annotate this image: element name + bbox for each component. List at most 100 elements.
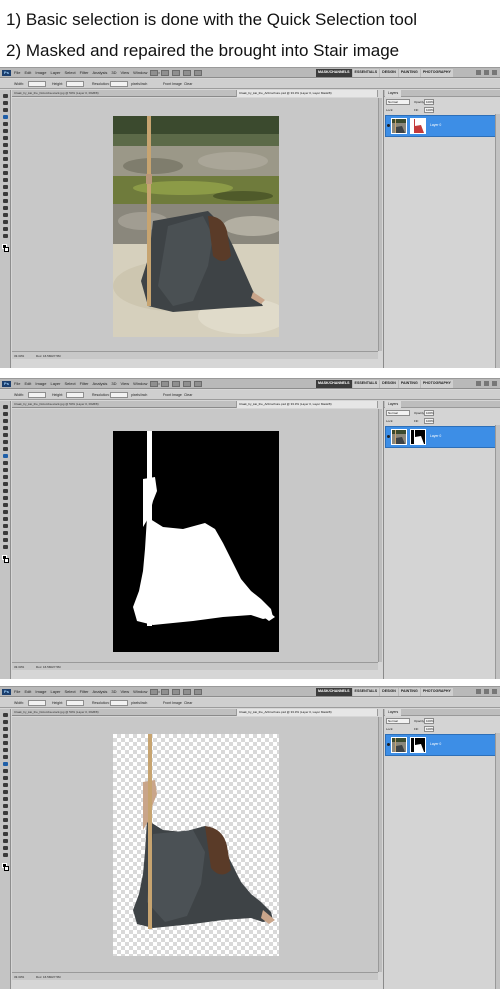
clear-button[interactable]: Clear bbox=[184, 392, 192, 398]
document-tab-2[interactable]: Cloak_by_kai_the_Artbrochure.psd @ 33.3%… bbox=[237, 90, 378, 97]
brush-tool-icon[interactable] bbox=[3, 762, 8, 766]
layer-row-selected[interactable]: Layer 0 bbox=[385, 426, 497, 448]
menu-layer[interactable]: Layer bbox=[50, 70, 60, 76]
clear-button[interactable]: Clear bbox=[184, 81, 192, 87]
minimize-icon[interactable] bbox=[476, 381, 481, 386]
bridge-icon[interactable] bbox=[150, 381, 158, 387]
close-icon[interactable] bbox=[492, 381, 497, 386]
menu-layer[interactable]: Layer bbox=[50, 381, 60, 387]
menu-view[interactable]: View bbox=[121, 381, 130, 387]
lasso-tool-icon[interactable] bbox=[3, 727, 8, 731]
move-tool-icon[interactable] bbox=[3, 94, 8, 98]
quick-selection-tool-icon[interactable] bbox=[3, 426, 8, 430]
crop-tool-icon[interactable] bbox=[3, 433, 8, 437]
menu-image[interactable]: Image bbox=[35, 689, 46, 695]
document-tab-2[interactable]: Cloak_by_kai_the_Artbrochure.psd @ 33.3%… bbox=[237, 709, 378, 716]
layer-row-selected[interactable]: Layer 0 bbox=[385, 115, 497, 137]
layer-name[interactable]: Layer 0 bbox=[430, 434, 441, 439]
path-selection-tool-icon[interactable] bbox=[3, 825, 8, 829]
minimize-icon[interactable] bbox=[476, 689, 481, 694]
arrange-documents-icon[interactable] bbox=[183, 70, 191, 76]
workspace-mask-channels[interactable]: MASK/CHANNELS bbox=[316, 380, 352, 388]
height-field[interactable] bbox=[66, 392, 84, 398]
menu-filter[interactable]: Filter bbox=[80, 689, 89, 695]
shape-tool-icon[interactable] bbox=[3, 213, 8, 217]
layer-thumbnail[interactable] bbox=[391, 118, 407, 134]
front-image-button[interactable]: Front Image bbox=[163, 392, 182, 398]
mini-bridge-icon[interactable] bbox=[161, 70, 169, 76]
gradient-tool-icon[interactable] bbox=[3, 790, 8, 794]
menu-analysis[interactable]: Analysis bbox=[93, 70, 108, 76]
quick-selection-tool-icon[interactable] bbox=[3, 115, 8, 119]
fill-field[interactable]: 100% bbox=[424, 107, 434, 113]
clone-stamp-tool-icon[interactable] bbox=[3, 150, 8, 154]
layer-thumbnail[interactable] bbox=[391, 737, 407, 753]
clear-button[interactable]: Clear bbox=[184, 700, 192, 706]
zoom-tool-icon[interactable] bbox=[3, 234, 8, 238]
width-field[interactable] bbox=[28, 392, 46, 398]
eraser-tool-icon[interactable] bbox=[3, 475, 8, 479]
menu-file[interactable]: File bbox=[14, 689, 20, 695]
resolution-field[interactable] bbox=[110, 700, 128, 706]
eye-icon[interactable] bbox=[387, 743, 390, 746]
zoom-level-icon[interactable] bbox=[172, 381, 180, 387]
layer-name[interactable]: Layer 0 bbox=[430, 123, 441, 128]
marquee-tool-icon[interactable] bbox=[3, 101, 8, 105]
eraser-tool-icon[interactable] bbox=[3, 783, 8, 787]
document-tab-1[interactable]: Cloak_by_kai_the_Dolomba-stock.jpg @ 50%… bbox=[12, 401, 237, 408]
arrange-documents-icon[interactable] bbox=[183, 689, 191, 695]
workspace-design[interactable]: DESIGN bbox=[380, 380, 398, 388]
menu-file[interactable]: File bbox=[14, 381, 20, 387]
eyedropper-tool-icon[interactable] bbox=[3, 129, 8, 133]
layers-tab[interactable]: Layers bbox=[385, 401, 402, 408]
hand-tool-icon[interactable] bbox=[3, 227, 8, 231]
menu-window[interactable]: Window bbox=[133, 381, 147, 387]
document-size-readout[interactable]: Doc: 16.5M/27.5M bbox=[36, 663, 61, 671]
workspace-photography[interactable]: PHOTOGRAPHY bbox=[420, 380, 453, 388]
workspace-photography[interactable]: PHOTOGRAPHY bbox=[420, 69, 453, 77]
background-color-swatch[interactable] bbox=[4, 247, 9, 252]
lasso-tool-icon[interactable] bbox=[3, 108, 8, 112]
workspace-painting[interactable]: PAINTING bbox=[398, 69, 420, 77]
panel-scrollbar[interactable] bbox=[495, 114, 500, 368]
workspace-design[interactable]: DESIGN bbox=[380, 69, 398, 77]
height-field[interactable] bbox=[66, 700, 84, 706]
close-icon[interactable] bbox=[492, 70, 497, 75]
history-brush-tool-icon[interactable] bbox=[3, 776, 8, 780]
menu-3d[interactable]: 3D bbox=[111, 689, 116, 695]
crop-tool-icon[interactable] bbox=[3, 122, 8, 126]
zoom-readout[interactable]: 33.33% bbox=[14, 352, 24, 360]
zoom-level-icon[interactable] bbox=[172, 70, 180, 76]
type-tool-icon[interactable] bbox=[3, 199, 8, 203]
zoom-tool-icon[interactable] bbox=[3, 853, 8, 857]
marquee-tool-icon[interactable] bbox=[3, 412, 8, 416]
pen-tool-icon[interactable] bbox=[3, 503, 8, 507]
menu-filter[interactable]: Filter bbox=[80, 70, 89, 76]
pen-tool-icon[interactable] bbox=[3, 192, 8, 196]
eyedropper-tool-icon[interactable] bbox=[3, 748, 8, 752]
blur-tool-icon[interactable] bbox=[3, 178, 8, 182]
close-icon[interactable] bbox=[492, 689, 497, 694]
canvas-vertical-scrollbar[interactable] bbox=[378, 98, 382, 351]
menu-analysis[interactable]: Analysis bbox=[93, 381, 108, 387]
menu-edit[interactable]: Edit bbox=[24, 381, 31, 387]
resolution-unit[interactable]: pixels/inch bbox=[131, 700, 147, 706]
background-color-swatch[interactable] bbox=[4, 866, 9, 871]
eye-icon[interactable] bbox=[387, 435, 390, 438]
menu-image[interactable]: Image bbox=[35, 70, 46, 76]
layer-mask-thumbnail[interactable] bbox=[410, 429, 426, 445]
menu-view[interactable]: View bbox=[121, 689, 130, 695]
zoom-level-icon[interactable] bbox=[172, 689, 180, 695]
pen-tool-icon[interactable] bbox=[3, 811, 8, 815]
stock-photo-canvas[interactable] bbox=[113, 116, 279, 337]
marquee-tool-icon[interactable] bbox=[3, 720, 8, 724]
history-brush-tool-icon[interactable] bbox=[3, 468, 8, 472]
move-tool-icon[interactable] bbox=[3, 405, 8, 409]
eye-icon[interactable] bbox=[387, 124, 390, 127]
fill-field[interactable]: 100% bbox=[424, 726, 434, 732]
menu-select[interactable]: Select bbox=[65, 70, 76, 76]
blend-mode-select[interactable]: Normal bbox=[386, 410, 410, 416]
dodge-tool-icon[interactable] bbox=[3, 496, 8, 500]
maximize-icon[interactable] bbox=[484, 70, 489, 75]
dodge-tool-icon[interactable] bbox=[3, 804, 8, 808]
